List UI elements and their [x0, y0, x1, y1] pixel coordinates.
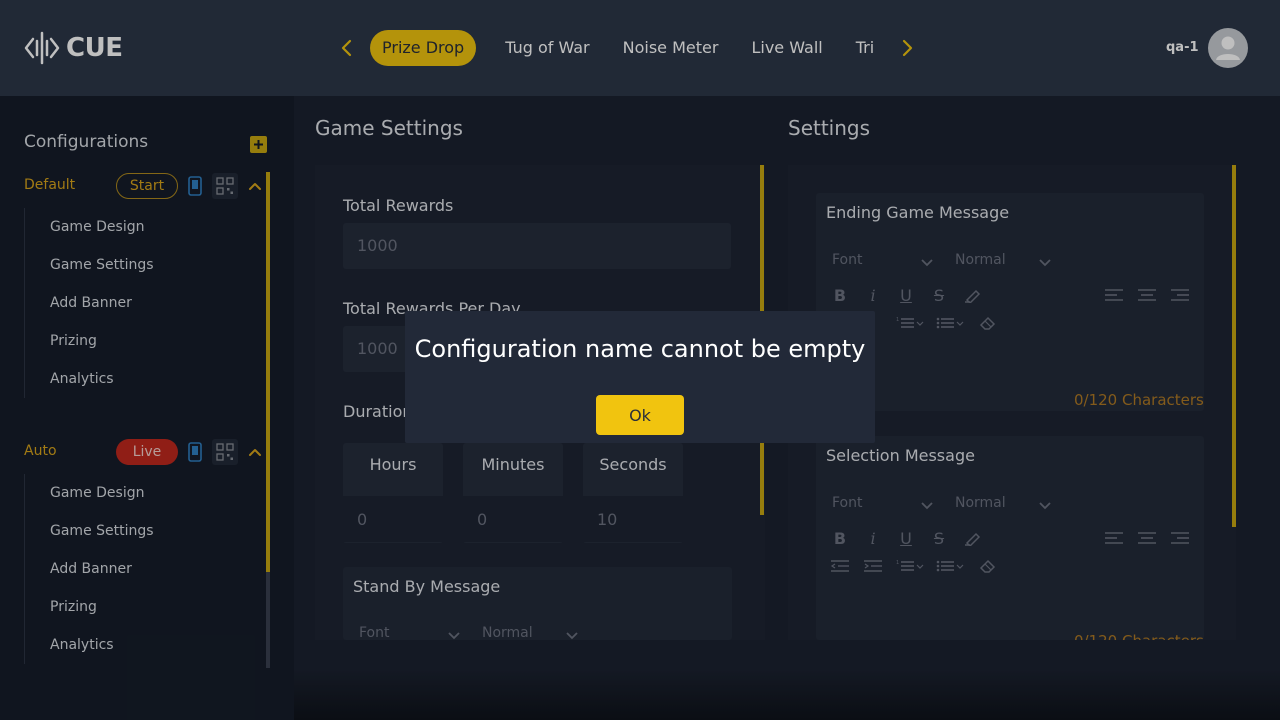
error-dialog: Configuration name cannot be empty Ok	[405, 311, 875, 443]
error-message: Configuration name cannot be empty	[414, 335, 866, 363]
ok-button[interactable]: Ok	[596, 395, 684, 435]
